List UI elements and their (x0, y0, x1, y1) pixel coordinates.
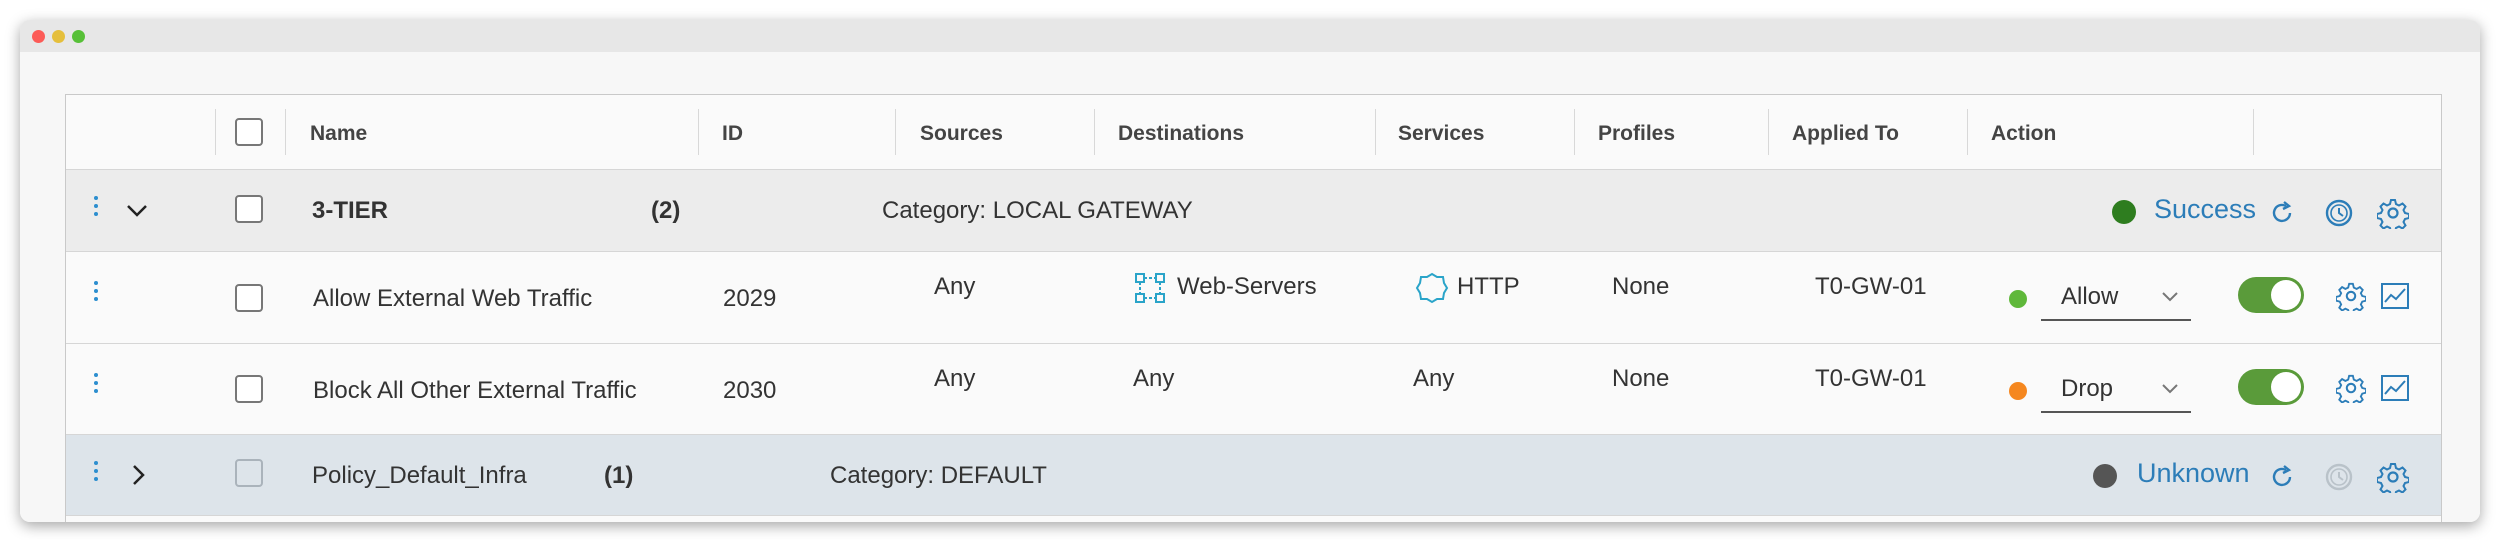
rule-services[interactable]: Any (1413, 365, 1454, 393)
firewall-rules-grid: Name ID Sources Destinations Services Pr… (65, 94, 2442, 522)
column-header-sources[interactable]: Sources (920, 122, 1003, 146)
policy-section-row[interactable]: Policy_Default_Infra (1) Category: DEFAU… (66, 435, 2441, 516)
chevron-down-icon (2162, 292, 2178, 302)
rule-row[interactable]: Block All Other External Traffic 2030 An… (66, 344, 2441, 435)
status-success-dot (2112, 200, 2136, 224)
rule-applied-to[interactable]: T0-GW-01 (1815, 365, 1927, 393)
section-rule-count: (1) (604, 462, 634, 489)
action-select-value: Allow (2061, 283, 2119, 310)
policy-section-row[interactable]: 3-TIER (2) Category: LOCAL GATEWAY Succe… (66, 170, 2441, 252)
section-category: Category: LOCAL GATEWAY (882, 197, 1193, 224)
section-checkbox[interactable] (235, 459, 263, 487)
column-header-services[interactable]: Services (1398, 122, 1484, 146)
stats-icon[interactable] (2380, 374, 2410, 402)
rule-applied-to[interactable]: T0-GW-01 (1815, 273, 1927, 301)
chevron-right-icon[interactable] (132, 464, 146, 486)
gear-icon[interactable] (2336, 281, 2366, 311)
gear-icon[interactable] (2377, 461, 2409, 493)
kebab-menu-icon[interactable] (94, 196, 98, 220)
section-checkbox[interactable] (235, 195, 263, 223)
action-select-value: Drop (2061, 375, 2114, 402)
section-category: Category: DEFAULT (830, 462, 1047, 489)
minimize-window-button[interactable] (52, 30, 65, 43)
rule-destinations[interactable]: Web-Servers (1177, 273, 1317, 301)
rule-sources[interactable]: Any (934, 273, 975, 301)
action-allow-dot (2009, 290, 2027, 308)
rule-services[interactable]: HTTP (1457, 273, 1520, 301)
group-icon (1135, 273, 1165, 303)
action-select[interactable]: Drop (2041, 367, 2191, 413)
select-all-checkbox[interactable] (235, 118, 263, 146)
history-icon (2325, 463, 2353, 491)
rule-checkbox[interactable] (235, 375, 263, 403)
page-content: Name ID Sources Destinations Services Pr… (20, 52, 2480, 522)
column-header-action[interactable]: Action (1991, 122, 2056, 146)
gear-icon[interactable] (2377, 197, 2409, 229)
column-header-name[interactable]: Name (310, 122, 367, 146)
section-status-link[interactable]: Unknown (2137, 458, 2250, 489)
kebab-menu-icon[interactable] (94, 461, 98, 485)
rule-checkbox[interactable] (235, 284, 263, 312)
column-header-id[interactable]: ID (722, 122, 743, 146)
column-header-profiles[interactable]: Profiles (1598, 122, 1675, 146)
rule-profiles[interactable]: None (1612, 365, 1669, 393)
rule-name: Block All Other External Traffic (313, 377, 637, 404)
kebab-menu-icon[interactable] (94, 373, 98, 397)
chevron-down-icon (2162, 384, 2178, 394)
action-drop-dot (2009, 382, 2027, 400)
refresh-icon[interactable] (2268, 463, 2296, 491)
rule-enabled-toggle[interactable] (2238, 277, 2304, 313)
gear-icon[interactable] (2336, 373, 2366, 403)
history-icon[interactable] (2323, 197, 2355, 229)
refresh-icon[interactable] (2268, 199, 2296, 227)
action-select[interactable]: Allow (2041, 275, 2191, 321)
window-titlebar (20, 20, 2480, 52)
maximize-window-button[interactable] (72, 30, 85, 43)
app-window: Name ID Sources Destinations Services Pr… (20, 20, 2480, 522)
chevron-down-icon[interactable] (126, 204, 148, 218)
section-name: Policy_Default_Infra (312, 462, 527, 489)
rule-id: 2030 (723, 377, 777, 404)
column-header-applied-to[interactable]: Applied To (1792, 122, 1899, 146)
grid-header: Name ID Sources Destinations Services Pr… (66, 95, 2441, 170)
column-header-destinations[interactable]: Destinations (1118, 122, 1244, 146)
section-name: 3-TIER (312, 197, 389, 224)
stats-icon[interactable] (2380, 282, 2410, 310)
close-window-button[interactable] (32, 30, 45, 43)
status-unknown-dot (2093, 464, 2117, 488)
section-rule-count: (2) (651, 197, 681, 224)
rule-id: 2029 (723, 285, 777, 312)
service-icon (1415, 272, 1449, 304)
section-status-link[interactable]: Success (2154, 194, 2256, 225)
rule-profiles[interactable]: None (1612, 273, 1669, 301)
rule-destinations[interactable]: Any (1133, 365, 1174, 393)
rule-name: Allow External Web Traffic (313, 285, 593, 312)
rule-sources[interactable]: Any (934, 365, 975, 393)
rule-row[interactable]: Allow External Web Traffic 2029 Any Web-… (66, 252, 2441, 344)
kebab-menu-icon[interactable] (94, 281, 98, 305)
rule-enabled-toggle[interactable] (2238, 369, 2304, 405)
